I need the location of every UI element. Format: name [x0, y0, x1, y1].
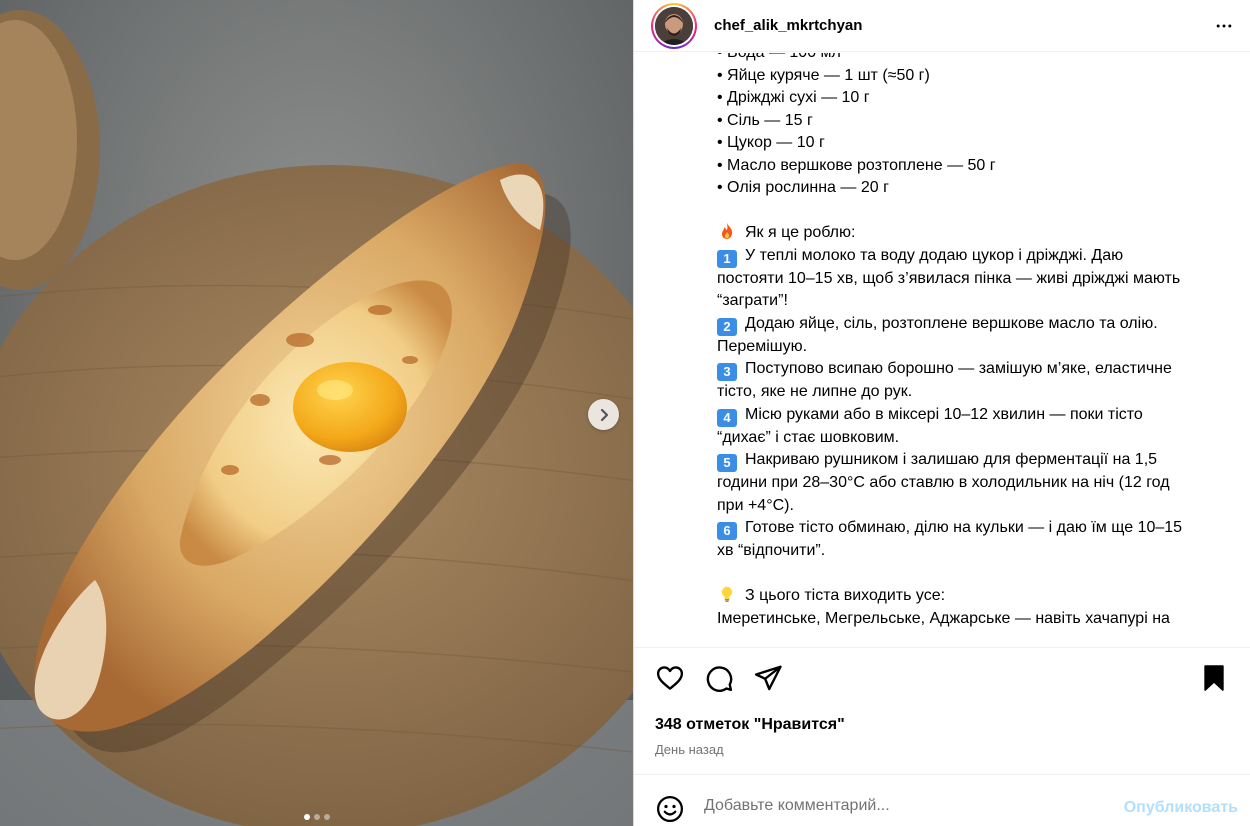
caption-line-text: “заграти”!	[717, 292, 788, 309]
caption-line: • Дріжджі сухі — 10 г	[717, 87, 1232, 110]
caption-line: “дихає” і стає шовковим.	[717, 427, 1232, 450]
keycap-2-icon: 2	[717, 317, 737, 336]
caption-line: • Олія рослинна — 20 г	[717, 177, 1232, 200]
caption-line-text: години при 28–30°C або ставлю в холодиль…	[717, 474, 1170, 491]
caption-line: • Масло вершкове розтоплене — 50 г	[717, 155, 1232, 178]
caption-line-text: • Вода — 100 мл	[717, 53, 841, 61]
caption-line	[717, 563, 1232, 586]
caption-line-text: хв “відпочити”.	[717, 542, 826, 559]
lightbulb-icon	[717, 585, 737, 603]
caption-line-text: при +4°C).	[717, 496, 794, 514]
post-side-panel: chef_alik_mkrtchyan • Вода — 100 мл • Яйц…	[633, 0, 1250, 826]
caption-line: Перемішую.	[717, 336, 1232, 359]
publish-button[interactable]: Опубликовать	[1124, 799, 1238, 817]
smile-icon	[657, 796, 683, 822]
like-button[interactable]	[655, 663, 685, 698]
caption-line: • Сіль — 15 г	[717, 110, 1232, 133]
avatar[interactable]	[655, 6, 693, 45]
heart-icon	[656, 666, 684, 690]
caption-line-text: Перемішую.	[717, 337, 808, 355]
bookmark-icon	[1204, 665, 1224, 691]
post-username[interactable]: chef_alik_mkrtchyan	[714, 17, 862, 34]
caption-line-text: З цього тіста виходить усе:	[745, 587, 946, 604]
caption-line-text: Імеретинське, Мегрельське, Аджарське — н…	[717, 609, 1170, 627]
keycap-4-icon: 4	[717, 408, 737, 427]
caption-line: 1 У теплі молоко та воду додаю цукор і др…	[717, 245, 1232, 268]
caption-line: • Вода — 100 мл	[717, 53, 1232, 65]
carousel-dot	[303, 814, 310, 820]
caption-line: при +4°C).	[717, 495, 1232, 518]
caption-line: години при 28–30°C або ставлю в холодиль…	[717, 472, 1232, 495]
caption-line: постояти 10–15 хв, щоб з’явилася пінка —…	[717, 268, 1232, 291]
avatar-photo	[655, 6, 693, 45]
post-dialog: chef_alik_mkrtchyan • Вода — 100 мл • Яйц…	[0, 0, 1250, 826]
chevron-right-icon	[600, 408, 608, 421]
caption-line-text: У теплі молоко та воду додаю цукор і дрі…	[745, 246, 1124, 264]
caption-line: 4 Місю руками або в міксері 10–12 хвилин …	[717, 404, 1232, 427]
khachapuri-photo	[0, 0, 633, 826]
caption-line-text: Поступово всипаю борошно — замішую м’яке…	[745, 360, 1172, 377]
caption-line-text: Як я це роблю:	[745, 224, 856, 241]
keycap-5-icon: 5	[717, 454, 737, 472]
emoji-button[interactable]	[655, 794, 685, 826]
carousel-indicator	[0, 814, 633, 820]
comment-input[interactable]	[704, 797, 1104, 815]
post-header: chef_alik_mkrtchyan	[634, 0, 1250, 52]
caption-line: хв “відпочити”.	[717, 540, 1232, 563]
keycap-6-icon: 6	[717, 522, 737, 540]
caption-line: Імеретинське, Мегрельське, Аджарське — н…	[717, 608, 1232, 631]
comment-button[interactable]	[704, 663, 734, 698]
keycap-1-icon: 1	[717, 249, 737, 268]
share-button[interactable]	[753, 663, 783, 698]
caption-line: 6 Готове тісто обминаю, ділю на кульки — …	[717, 517, 1232, 540]
post-image	[0, 0, 633, 826]
comment-bubble-icon	[706, 666, 733, 692]
caption-line-text: • Цукор — 10 г	[717, 134, 825, 151]
caption-line-text: • Масло вершкове розтоплене — 50 г	[717, 156, 996, 174]
caption-line-text: • Олія рослинна — 20 г	[717, 179, 889, 196]
post-time[interactable]: День назад	[655, 742, 724, 757]
caption-line-text: постояти 10–15 хв, щоб з’явилася пінка —…	[717, 269, 1181, 287]
caption-line-text: Накриваю рушником і залишаю для фермента…	[745, 451, 1158, 468]
caption-line-text: • Дріжджі сухі — 10 г	[717, 89, 870, 106]
action-bar	[634, 663, 1250, 695]
carousel-dot	[323, 814, 330, 820]
caption-line: тісто, яке не липне до рук.	[717, 381, 1232, 404]
caption-line-text: Додаю яйце, сіль, розтоплене вершкове ма…	[745, 314, 1158, 332]
avatar-story-ring[interactable]	[651, 2, 697, 49]
likes-count[interactable]: 348 отметок "Нравится"	[655, 716, 845, 734]
caption-line: З цього тіста виходить усе:	[717, 585, 1232, 608]
caption-line: “заграти”!	[717, 290, 1232, 313]
post-actions-section: 348 отметок "Нравится" День назад	[634, 647, 1250, 774]
carousel-next-button[interactable]	[588, 399, 619, 430]
caption-line: Як я це роблю:	[717, 222, 1232, 245]
comment-bar: Опубликовать	[634, 774, 1250, 826]
more-horizontal-icon	[1216, 24, 1232, 27]
caption-line-text: • Сіль — 15 г	[717, 111, 813, 129]
fire-icon	[717, 222, 737, 240]
caption-text: • Вода — 100 мл • Яйце куряче — 1 шт (≈50…	[717, 53, 1232, 630]
caption-line-text: Місю руками або в міксері 10–12 хвилин —…	[745, 405, 1143, 423]
avatar-border	[653, 4, 695, 47]
caption-line: 3 Поступово всипаю борошно — замішую м’як…	[717, 358, 1232, 381]
caption-line: • Цукор — 10 г	[717, 132, 1232, 155]
caption-line-text: тісто, яке не липне до рук.	[717, 383, 913, 400]
more-options-button[interactable]	[1214, 16, 1234, 36]
send-icon	[754, 665, 782, 691]
save-button[interactable]	[1199, 663, 1229, 698]
keycap-3-icon: 3	[717, 363, 737, 381]
caption-line-text: • Яйце куряче — 1 шт (≈50 г)	[717, 66, 930, 84]
caption-line	[717, 200, 1232, 223]
caption-line-text: “дихає” і стає шовковим.	[717, 428, 900, 446]
caption-line-text: Готове тісто обминаю, ділю на кульки — і…	[745, 519, 1183, 536]
caption-scroll-area[interactable]: • Вода — 100 мл • Яйце куряче — 1 шт (≈50…	[634, 53, 1250, 647]
caption-line: 2 Додаю яйце, сіль, розтоплене вершкове м…	[717, 313, 1232, 336]
caption-line: • Яйце куряче — 1 шт (≈50 г)	[717, 65, 1232, 88]
carousel-dot	[313, 814, 320, 820]
caption-line: 5 Накриваю рушником і залишаю для фермент…	[717, 449, 1232, 472]
